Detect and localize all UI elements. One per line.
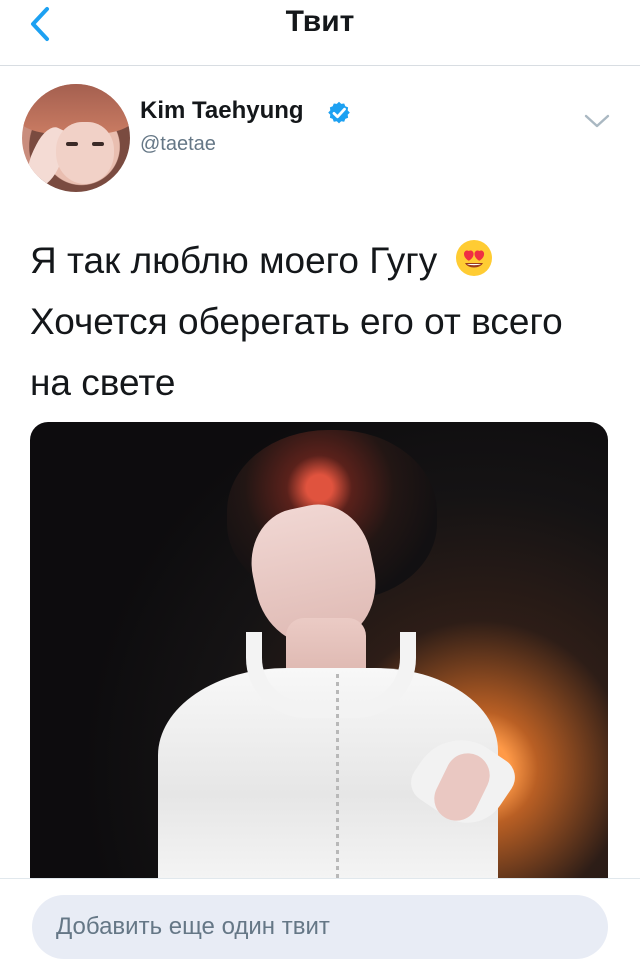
tweet-text-line-2: Хочется оберегать его от всего — [30, 301, 563, 342]
tweet-media-photo[interactable] — [30, 422, 608, 878]
tweet-text: Я так люблю моего Гугу Хочется оберегать… — [30, 230, 620, 413]
photo-jacket-collar — [246, 632, 416, 718]
avatar-eye-right — [92, 142, 104, 146]
tweet-text-line-3: на свете — [30, 362, 176, 403]
top-navigation-bar: Твит — [0, 0, 640, 66]
chevron-down-icon[interactable] — [584, 112, 610, 130]
reply-composer-bar: Добавить еще один твит — [0, 878, 640, 968]
verified-badge-icon — [328, 101, 350, 124]
avatar-eye-left — [66, 142, 78, 146]
avatar-face — [56, 122, 114, 184]
page-title: Твит — [285, 5, 355, 38]
tweet-header: Kim Taehyung @taetae — [0, 66, 640, 206]
tweet-text-line-1: Я так люблю моего Гугу — [30, 230, 620, 291]
photo-jacket-zip — [336, 674, 339, 878]
add-tweet-input[interactable]: Добавить еще один твит — [32, 895, 608, 959]
author-name[interactable]: Kim Taehyung — [140, 96, 304, 126]
tweet-text-line-1-content: Я так люблю моего Гугу — [30, 240, 438, 281]
author-handle[interactable]: @taetae — [140, 132, 216, 156]
avatar[interactable] — [22, 84, 130, 192]
heart-eyes-emoji-icon — [455, 240, 492, 276]
